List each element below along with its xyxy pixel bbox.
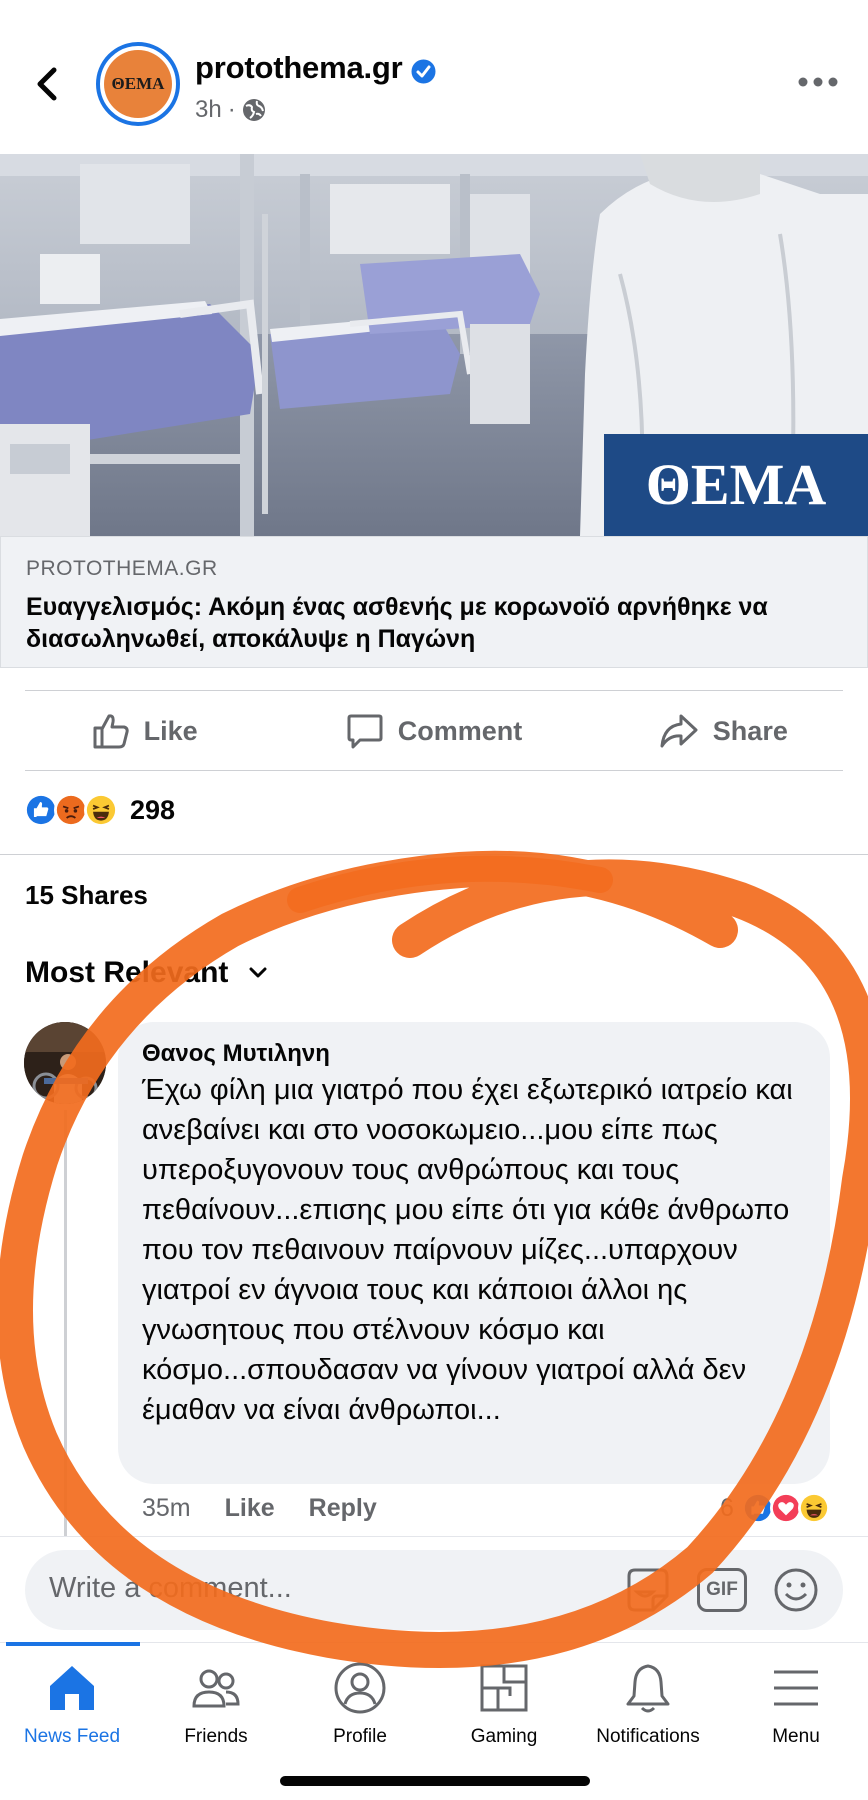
comment-reaction-count: 6 [720,1493,734,1522]
globe-icon [242,99,265,121]
comment-icon [347,714,383,749]
tab-label: Friends [184,1726,248,1747]
comment-sort-dropdown[interactable]: Most Relevant [25,956,268,990]
reaction-count: 298 [130,794,176,825]
meta-dot: · [227,96,236,123]
comment-reactions[interactable]: 6 [720,1492,830,1524]
page-avatar[interactable]: ΘΕΜΑ [96,42,180,126]
comment-input[interactable] [49,1572,609,1605]
active-tab-indicator [6,1642,140,1646]
reply-thread-line [64,1110,67,1538]
home-indicator [280,1776,590,1786]
emoji-icon[interactable] [771,1566,821,1614]
sort-label: Most Relevant [25,956,229,989]
gaming-icon [480,1664,528,1712]
commenter-avatar[interactable] [24,1022,106,1104]
more-options-icon[interactable] [796,72,840,92]
comment-time: 35m [142,1494,191,1522]
comment-reply-button[interactable]: Reply [309,1494,377,1523]
comment-bubble[interactable]: Θανος Μυτιληνη Έχω φίλη μια γιατρό που έ… [118,1022,830,1484]
comment-actions: 35m Like Reply [142,1494,377,1523]
tab-friends[interactable]: Friends [144,1660,288,1770]
share-button[interactable]: Share [579,692,868,770]
haha-reaction-icon [797,1492,830,1524]
tab-label: Gaming [470,1726,538,1747]
tab-label: Menu [772,1726,820,1747]
chevron-down-icon [249,967,267,978]
link-title: Ευαγγελισμός: Ακόμη ένας ασθενής με κορω… [26,593,768,653]
comment-label: Comment [397,715,523,746]
post-link-image[interactable]: ΘΕΜΑ [0,154,868,536]
tab-menu[interactable]: Menu [724,1660,868,1770]
link-preview-box[interactable]: PROTOTHEMA.GR Ευαγγελισμός: Ακόμη ένας α… [0,536,868,668]
shares-count[interactable]: 15 Shares [25,880,148,911]
angry-reaction-icon [54,793,88,827]
share-icon [660,714,698,748]
comment-button[interactable]: Comment [289,692,578,770]
comment-author[interactable]: Θανος Μυτιληνη [142,1040,806,1068]
profile-icon [334,1662,386,1714]
page-name[interactable]: protothema.gr [195,50,403,86]
divider [25,770,843,771]
back-arrow-icon[interactable] [30,62,66,106]
home-icon [50,1666,94,1710]
hospital-ward-image: ΘΕΜΑ [0,154,868,536]
comment-text: Έχω φίλη μια γιατρό που έχει εξωτερικό ι… [142,1074,793,1426]
divider [25,690,843,691]
verified-badge-icon [411,59,436,84]
tab-label: Notifications [596,1726,700,1747]
bell-icon [626,1664,670,1713]
page-avatar-logo: ΘΕΜΑ [104,50,172,118]
haha-reaction-icon [84,793,118,827]
sticker-icon[interactable] [623,1566,673,1614]
post-time: 3h [195,96,222,123]
post-header: ΘΕΜΑ protothema.gr 3h · [0,0,868,154]
comment-composer: GIF [25,1550,843,1630]
post-action-bar: Like Comment Share [0,692,868,770]
gif-button[interactable]: GIF [697,1568,747,1612]
tab-gaming[interactable]: Gaming [432,1660,576,1770]
tab-notifications[interactable]: Notifications [576,1660,720,1770]
menu-icon [774,1670,818,1706]
comment-like-button[interactable]: Like [225,1494,275,1523]
section-divider [0,854,868,855]
like-button[interactable]: Like [0,692,289,770]
like-reaction-icon [24,793,58,827]
thumbs-up-icon [93,714,129,749]
commenter-photo [24,1022,106,1104]
tab-news-feed[interactable]: News Feed [0,1660,144,1770]
post-meta: 3h · [195,96,266,124]
share-label: Share [712,715,788,746]
link-domain: PROTOTHEMA.GR [26,557,218,580]
tab-label: Profile [333,1726,387,1747]
like-label: Like [143,715,198,746]
theme-logo-text: ΘΕΜΑ [646,452,827,517]
friends-icon [192,1669,240,1708]
reaction-summary[interactable]: 298 [24,793,175,827]
tab-label: News Feed [23,1726,121,1747]
tab-profile[interactable]: Profile [288,1660,432,1770]
